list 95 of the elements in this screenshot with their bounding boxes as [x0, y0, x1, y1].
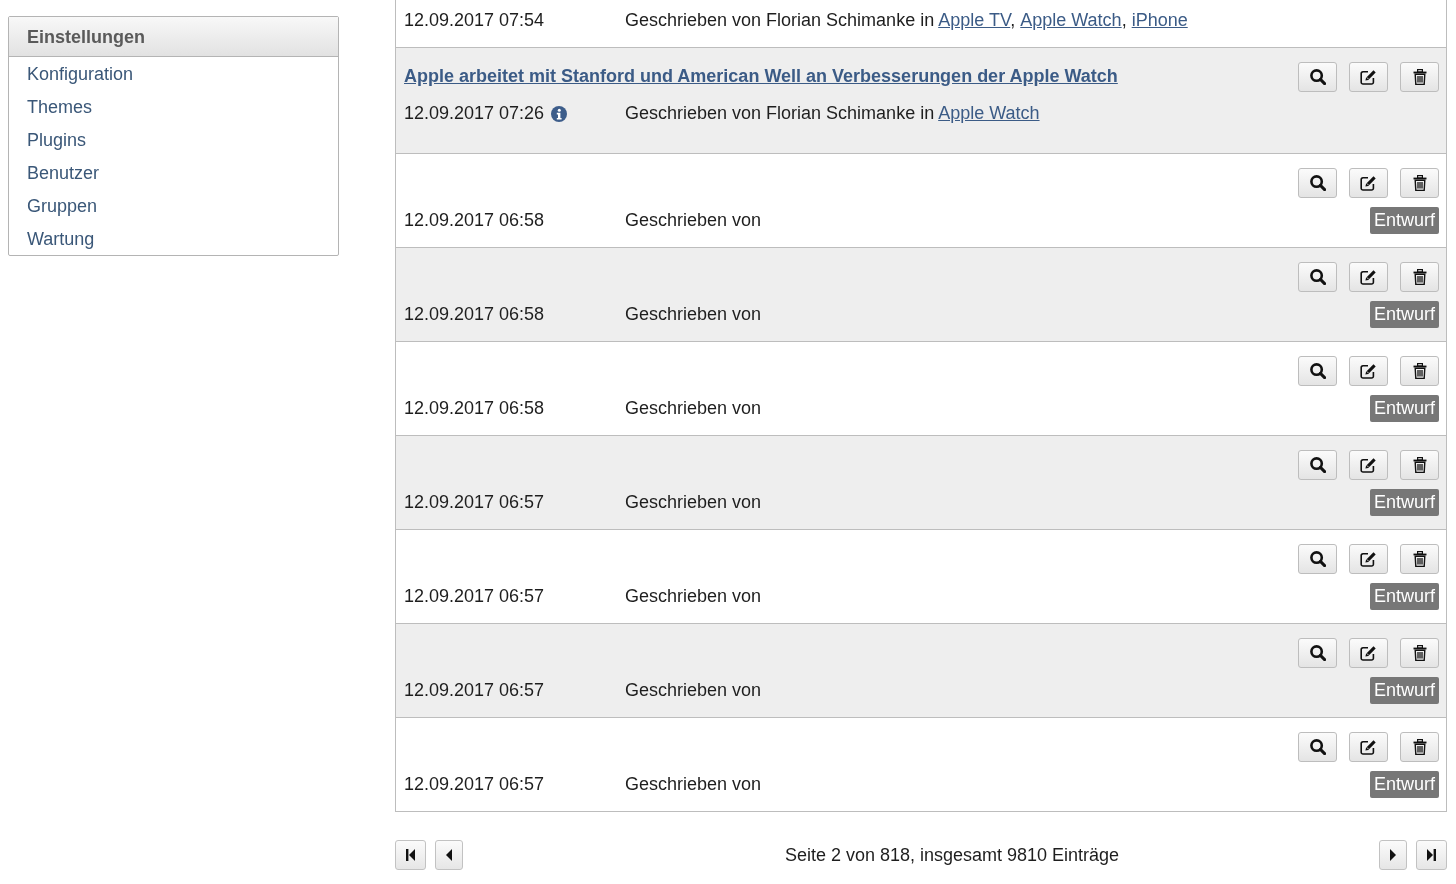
trash-icon: [1412, 739, 1427, 755]
edit-button[interactable]: [1349, 356, 1388, 386]
byline-text: Geschrieben von: [625, 680, 762, 701]
post-date: 12.09.2017 06:57: [404, 586, 545, 607]
trash-icon: [1412, 69, 1427, 85]
delete-button[interactable]: [1400, 168, 1439, 198]
post-date: 12.09.2017 06:57: [404, 492, 545, 513]
search-icon: [1309, 269, 1326, 285]
draft-badge: Entwurf: [1369, 207, 1439, 234]
edit-button[interactable]: [1349, 262, 1388, 292]
delete-button[interactable]: [1400, 262, 1439, 292]
post-date: 12.09.2017 06:58: [404, 304, 545, 325]
draft-badge: Entwurf: [1369, 301, 1439, 328]
draft-badge: Entwurf: [1369, 677, 1439, 704]
view-button[interactable]: [1298, 168, 1337, 198]
post-date: 12.09.2017 07:54: [404, 10, 545, 31]
last-page-button[interactable]: [1416, 840, 1447, 870]
edit-button[interactable]: [1349, 450, 1388, 480]
view-button[interactable]: [1298, 450, 1337, 480]
post-date: 12.09.2017 06:57: [404, 774, 545, 795]
byline-text: Geschrieben von Florian Schimanke in Apple Watch: [625, 103, 1040, 124]
sidebar-item[interactable]: Plugins: [9, 123, 87, 156]
edit-icon: [1360, 457, 1377, 473]
category-link[interactable]: Apple Watch: [1020, 10, 1122, 30]
skip-back-icon: [406, 849, 415, 861]
view-button[interactable]: [1298, 62, 1337, 92]
category-link[interactable]: iPhone: [1131, 10, 1188, 30]
view-button[interactable]: [1298, 544, 1337, 574]
search-icon: [1309, 551, 1326, 567]
edit-icon: [1360, 363, 1377, 379]
sidebar-item[interactable]: Benutzer: [9, 156, 100, 189]
trash-icon: [1412, 269, 1427, 285]
byline-text: Geschrieben von: [625, 398, 762, 419]
draft-badge: Entwurf: [1369, 771, 1439, 798]
search-icon: [1309, 69, 1326, 85]
draft-badge: Entwurf: [1369, 395, 1439, 422]
trash-icon: [1412, 645, 1427, 661]
search-icon: [1309, 645, 1326, 661]
edit-button[interactable]: [1349, 732, 1388, 762]
delete-button[interactable]: [1400, 638, 1439, 668]
edit-icon: [1360, 269, 1377, 285]
next-page-button[interactable]: [1379, 840, 1407, 870]
byline-text: Geschrieben von: [625, 586, 762, 607]
draft-badge: Entwurf: [1369, 489, 1439, 516]
edit-button[interactable]: [1349, 638, 1388, 668]
view-button[interactable]: [1298, 732, 1337, 762]
sidebar-item[interactable]: Wartung: [9, 222, 95, 255]
edit-icon: [1360, 175, 1377, 191]
trash-icon: [1412, 551, 1427, 567]
byline-text: Geschrieben von: [625, 492, 762, 513]
post-date: 12.09.2017 06:58: [404, 210, 545, 231]
skip-forward-icon: [1427, 849, 1436, 861]
delete-button[interactable]: [1400, 450, 1439, 480]
search-icon: [1309, 739, 1326, 755]
category-link[interactable]: Apple TV: [938, 10, 1011, 30]
view-button[interactable]: [1298, 262, 1337, 292]
edit-icon: [1360, 739, 1377, 755]
byline-text: Geschrieben von: [625, 304, 762, 325]
view-button[interactable]: [1298, 638, 1337, 668]
pagination-summary: Seite 2 von 818, insgesamt 9810 Einträge: [783, 844, 1121, 866]
caret-left-icon: [446, 849, 452, 861]
first-page-button[interactable]: [395, 840, 426, 870]
edit-button[interactable]: [1349, 544, 1388, 574]
delete-button[interactable]: [1400, 62, 1439, 92]
sidebar-item[interactable]: Konfiguration: [9, 57, 134, 90]
edit-button[interactable]: [1349, 168, 1388, 198]
delete-button[interactable]: [1400, 544, 1439, 574]
previous-page-button[interactable]: [435, 840, 463, 870]
info-icon[interactable]: [551, 105, 568, 122]
post-date: 12.09.2017 06:57: [404, 680, 545, 701]
view-button[interactable]: [1298, 356, 1337, 386]
trash-icon: [1412, 175, 1427, 191]
search-icon: [1309, 457, 1326, 473]
post-title-link[interactable]: Apple arbeitet mit Stanford und American Well an Verbesserungen der Apple Watch: [404, 62, 1118, 90]
byline-text: Geschrieben von: [625, 210, 762, 231]
category-link[interactable]: Apple Watch: [938, 103, 1040, 123]
post-date: 12.09.2017 06:58: [404, 398, 545, 419]
edit-icon: [1360, 69, 1377, 85]
draft-badge: Entwurf: [1369, 583, 1439, 610]
search-icon: [1309, 175, 1326, 191]
caret-right-icon: [1390, 849, 1396, 861]
sidebar-item[interactable]: Gruppen: [9, 189, 98, 222]
edit-icon: [1360, 645, 1377, 661]
trash-icon: [1412, 457, 1427, 473]
edit-icon: [1360, 551, 1377, 567]
sidebar-title: Einstellungen: [9, 17, 338, 57]
byline-text: Geschrieben von Florian Schimanke in Apple TV, Apple Watch, iPhone: [625, 10, 1188, 31]
post-date: 12.09.2017 07:26: [404, 103, 545, 124]
search-icon: [1309, 363, 1326, 379]
delete-button[interactable]: [1400, 732, 1439, 762]
byline-text: Geschrieben von: [625, 774, 762, 795]
sidebar-item[interactable]: Themes: [9, 90, 93, 123]
edit-button[interactable]: [1349, 62, 1388, 92]
trash-icon: [1412, 363, 1427, 379]
delete-button[interactable]: [1400, 356, 1439, 386]
